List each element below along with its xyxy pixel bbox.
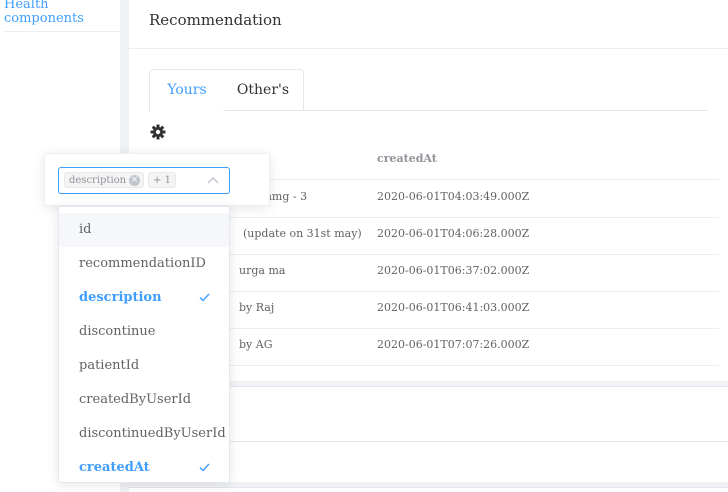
table-row[interactable]: urga ma 2020-06-01T06:37:02.000Z xyxy=(149,254,719,292)
option-id[interactable]: id xyxy=(59,213,229,247)
option-label: createdByUserId xyxy=(79,392,192,407)
option-discontinue[interactable]: discontinue xyxy=(59,315,229,349)
option-label: createdAt xyxy=(79,460,150,475)
option-recommendationid[interactable]: recommendationID xyxy=(59,247,229,281)
option-label: discontinuedByUserId xyxy=(79,426,226,441)
gear-icon[interactable] xyxy=(150,124,166,140)
cell-createdat: 2020-06-01T04:06:28.000Z xyxy=(377,227,530,240)
check-icon xyxy=(199,293,210,302)
sidebar-item-label: Health components xyxy=(4,0,84,26)
divider xyxy=(129,487,728,488)
option-label: description xyxy=(79,290,162,305)
tag-close-icon[interactable]: × xyxy=(129,175,140,186)
column-settings-popover: description × + 1 xyxy=(44,153,270,206)
chevron-up-icon[interactable] xyxy=(207,175,219,185)
cell-createdat: 2020-06-01T07:07:26.000Z xyxy=(377,338,530,351)
cell-createdat: 2020-06-01T04:03:49.000Z xyxy=(377,190,530,203)
cell-createdat: 2020-06-01T06:37:02.000Z xyxy=(377,264,530,277)
cell-description: by Raj xyxy=(239,301,275,314)
tab-others[interactable]: Other's xyxy=(223,69,304,111)
sidebar-item-health-components[interactable]: Health components xyxy=(4,0,120,32)
table-row[interactable]: (update on 31st may) 2020-06-01T04:06:28… xyxy=(149,217,719,255)
option-label: discontinue xyxy=(79,324,156,339)
column-multiselect[interactable]: description × + 1 xyxy=(58,167,230,194)
cell-createdat: 2020-06-01T06:41:03.000Z xyxy=(377,301,530,314)
option-description[interactable]: description xyxy=(59,281,229,315)
option-createdbyuserid[interactable]: createdByUserId xyxy=(59,383,229,417)
table-row[interactable]: by AG 2020-06-01T07:07:26.000Z xyxy=(149,328,719,366)
tab-yours[interactable]: Yours xyxy=(149,69,225,112)
check-icon xyxy=(199,463,210,472)
option-label: recommendationID xyxy=(79,256,206,271)
cell-description: by AG xyxy=(239,338,273,351)
page-title: Recommendation xyxy=(149,11,282,29)
option-createdat[interactable]: createdAt xyxy=(59,451,229,482)
option-label: patientId xyxy=(79,358,140,373)
tab-bar: Yours Other's xyxy=(149,69,708,112)
cell-description: (update on 31st may) xyxy=(243,227,362,240)
cell-description: urga ma xyxy=(239,264,286,277)
selected-tag-description: description × xyxy=(64,172,144,188)
column-header-createdat: createdAt xyxy=(377,152,437,165)
table-row[interactable]: by Raj 2020-06-01T06:41:03.000Z xyxy=(149,291,719,329)
option-patientid[interactable]: patientId xyxy=(59,349,229,383)
column-options-dropdown: id recommendationID description disconti… xyxy=(58,206,230,483)
option-discontinuedbyuserid[interactable]: discontinuedByUserId xyxy=(59,417,229,451)
tag-label: description xyxy=(69,175,127,186)
option-label: id xyxy=(79,222,92,237)
panel-header: Recommendation xyxy=(129,0,728,49)
more-tags-count: + 1 xyxy=(148,172,176,188)
